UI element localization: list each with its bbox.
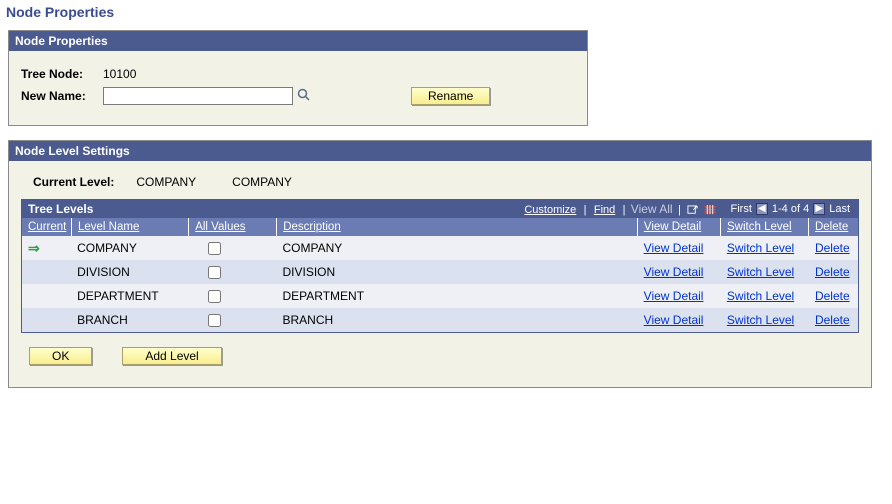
all-values-cell	[188, 237, 276, 260]
col-description[interactable]: Description	[277, 218, 638, 236]
ok-button[interactable]: OK	[29, 347, 92, 365]
table-row: BRANCH BRANCH View Detail Switch Level Delet…	[22, 308, 858, 332]
switch-level-link[interactable]: Switch Level	[727, 265, 794, 279]
rename-button[interactable]: Rename	[411, 87, 490, 105]
description-cell: BRANCH	[276, 311, 637, 329]
new-name-label: New Name:	[21, 89, 103, 103]
col-all-values[interactable]: All Values	[189, 218, 277, 236]
tree-levels-grid: Tree Levels Customize | Find | View All …	[21, 199, 859, 333]
all-values-cell	[188, 309, 276, 332]
delete-link[interactable]: Delete	[815, 289, 850, 303]
col-delete[interactable]: Delete	[809, 218, 858, 236]
all-values-cell	[188, 261, 276, 284]
add-level-button[interactable]: Add Level	[122, 347, 221, 365]
view-detail-link[interactable]: View Detail	[644, 313, 704, 327]
new-name-input[interactable]	[103, 87, 293, 105]
current-indicator	[22, 294, 71, 298]
grid-customize-link[interactable]: Customize	[524, 204, 576, 216]
grid-range-text: 1-4 of 4	[772, 203, 809, 215]
switch-level-link[interactable]: Switch Level	[727, 313, 794, 327]
view-detail-link[interactable]: View Detail	[644, 265, 704, 279]
all-values-checkbox[interactable]	[208, 242, 221, 255]
delete-link[interactable]: Delete	[815, 313, 850, 327]
grid-prev-icon[interactable]: ◀	[756, 203, 768, 215]
tree-node-value: 10100	[103, 67, 136, 81]
current-indicator	[22, 270, 71, 274]
node-properties-panel: Node Properties Tree Node: 10100 New Nam…	[8, 30, 588, 126]
table-row: DIVISION DIVISION View Detail Switch Level D…	[22, 260, 858, 284]
level-name-cell: DIVISION	[71, 263, 188, 281]
grid-viewall-text: View All	[631, 202, 673, 216]
current-level-desc: COMPANY	[232, 175, 292, 189]
delete-link[interactable]: Delete	[815, 265, 850, 279]
page-title: Node Properties	[0, 0, 892, 30]
level-name-cell: COMPANY	[71, 239, 188, 257]
col-view-detail[interactable]: View Detail	[638, 218, 721, 236]
current-indicator	[22, 318, 71, 322]
grid-next-icon[interactable]: ▶	[813, 203, 825, 215]
grid-first-text: First	[731, 203, 752, 215]
col-level-name[interactable]: Level Name	[72, 218, 189, 236]
all-values-cell	[188, 285, 276, 308]
switch-level-link[interactable]: Switch Level	[727, 289, 794, 303]
all-values-checkbox[interactable]	[208, 290, 221, 303]
grid-title: Tree Levels	[28, 202, 93, 216]
grid-find-link[interactable]: Find	[594, 204, 615, 216]
download-grid-icon[interactable]	[704, 202, 716, 216]
table-row: ⇒ COMPANY COMPANY View Detail Switch Level De…	[22, 236, 858, 260]
lookup-icon[interactable]	[297, 88, 311, 105]
all-values-checkbox[interactable]	[208, 314, 221, 327]
view-detail-link[interactable]: View Detail	[644, 289, 704, 303]
node-level-settings-header: Node Level Settings	[9, 141, 871, 161]
description-cell: DEPARTMENT	[276, 287, 637, 305]
description-cell: COMPANY	[276, 239, 637, 257]
col-switch-level[interactable]: Switch Level	[721, 218, 809, 236]
current-level-label: Current Level:	[33, 175, 114, 189]
col-current[interactable]: Current	[22, 218, 72, 236]
level-name-cell: DEPARTMENT	[71, 287, 188, 305]
grid-last-text: Last	[829, 203, 850, 215]
all-values-checkbox[interactable]	[208, 266, 221, 279]
zoom-icon[interactable]	[687, 202, 698, 216]
delete-link[interactable]: Delete	[815, 241, 850, 255]
level-name-cell: BRANCH	[71, 311, 188, 329]
switch-level-link[interactable]: Switch Level	[727, 241, 794, 255]
node-level-settings-panel: Node Level Settings Current Level: COMPA…	[8, 140, 872, 388]
tree-node-label: Tree Node:	[21, 67, 103, 81]
table-row: DEPARTMENT DEPARTMENT View Detail Switch Le…	[22, 284, 858, 308]
current-level-code: COMPANY	[136, 175, 196, 189]
node-properties-header: Node Properties	[9, 31, 587, 51]
description-cell: DIVISION	[276, 263, 637, 281]
view-detail-link[interactable]: View Detail	[644, 241, 704, 255]
current-arrow-icon: ⇒	[28, 240, 40, 256]
current-indicator: ⇒	[22, 238, 71, 259]
